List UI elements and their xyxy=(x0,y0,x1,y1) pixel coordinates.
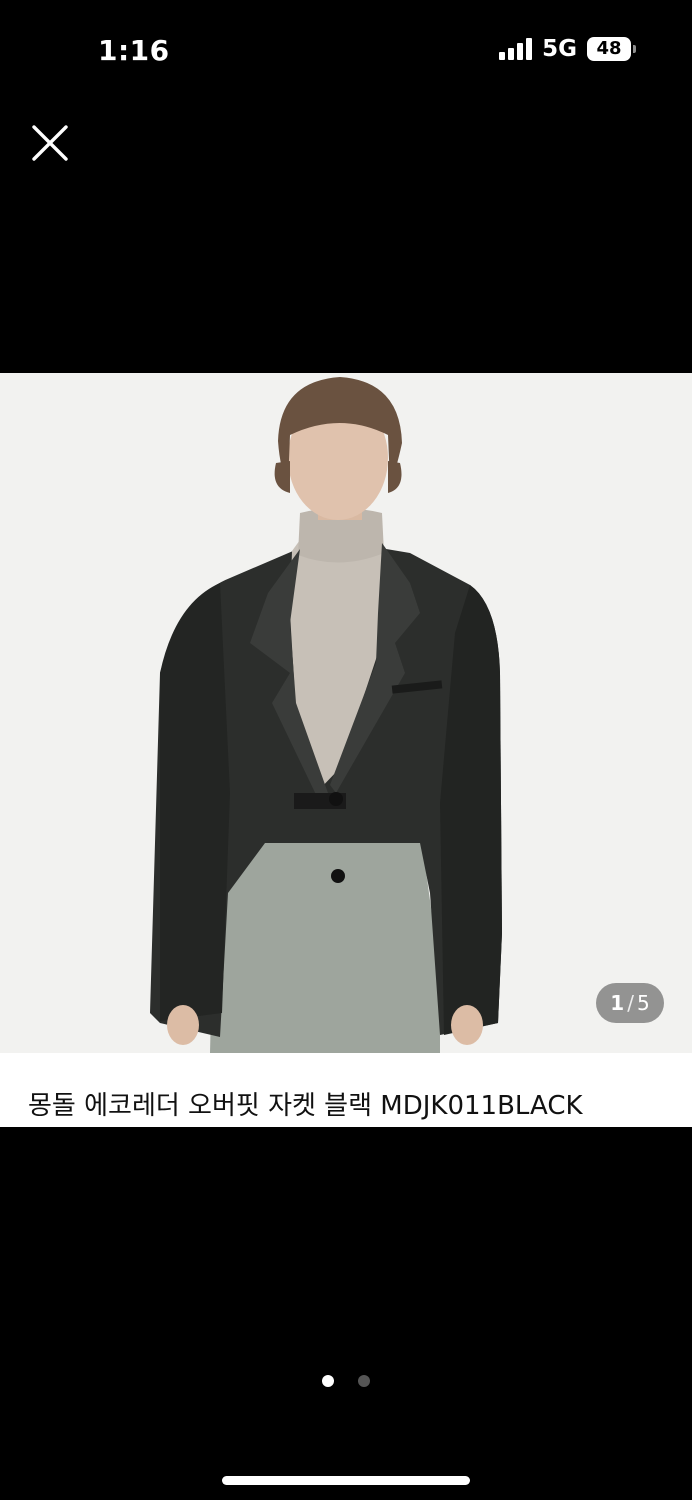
battery-icon: 48 xyxy=(587,37,636,61)
status-bar: 1:16 5G 48 xyxy=(0,0,692,100)
page-indicator xyxy=(0,1375,692,1387)
close-button[interactable] xyxy=(29,122,71,164)
product-slide[interactable]: 1 / 5 몽돌 에코레더 오버핏 자켓 블랙 MDJK011BLACK xyxy=(0,373,692,1127)
product-photo[interactable]: 1 / 5 xyxy=(0,373,692,1053)
cellular-signal-icon xyxy=(499,38,533,60)
image-counter-separator: / xyxy=(627,991,634,1015)
model-jacket-illustration xyxy=(0,373,692,1053)
product-title: 몽돌 에코레더 오버핏 자켓 블랙 MDJK011BLACK xyxy=(28,1091,583,1121)
status-indicators: 5G 48 xyxy=(499,36,636,62)
battery-level: 48 xyxy=(587,37,631,61)
image-counter: 1 / 5 xyxy=(596,983,664,1023)
page-dot-2[interactable] xyxy=(358,1375,370,1387)
status-time: 1:16 xyxy=(98,34,170,67)
network-type: 5G xyxy=(542,36,577,62)
home-indicator[interactable] xyxy=(222,1476,470,1485)
page-dot-1[interactable] xyxy=(322,1375,334,1387)
image-total: 5 xyxy=(636,991,650,1015)
image-index: 1 xyxy=(610,991,625,1015)
close-icon xyxy=(32,125,68,161)
